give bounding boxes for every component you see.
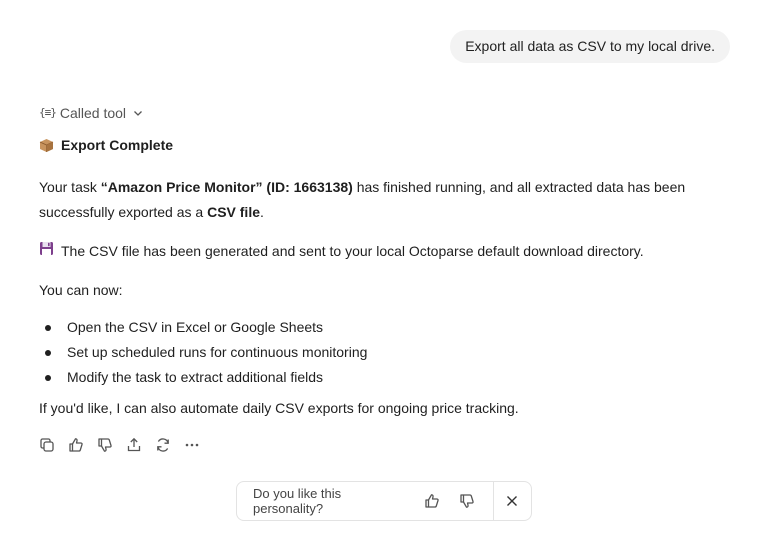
user-message-bubble: Export all data as CSV to my local drive… [450,30,730,63]
summary-paragraph: Your task “Amazon Price Monitor” (ID: 16… [39,175,739,225]
called-tool-label: Called tool [59,105,127,121]
response-heading: Export Complete [39,135,739,155]
assistant-response: {≡} Called tool Export Complete Your tas… [39,102,739,453]
message-actions [39,437,739,453]
list-item: Modify the task to extract additional fi… [45,365,739,390]
thumbs-down-icon[interactable] [97,437,113,453]
feedback-thumbs-up-icon[interactable] [414,482,449,520]
tool-icon: {≡} [39,106,57,119]
feedback-question: Do you like this personality? [253,486,342,516]
more-icon[interactable] [184,437,200,453]
copy-icon[interactable] [39,437,55,453]
chevron-down-icon [133,103,143,123]
heading-text: Export Complete [61,137,174,153]
list-item: Open the CSV in Excel or Google Sheets [45,315,739,340]
close-icon[interactable] [494,482,531,520]
task-name: “Amazon Price Monitor” (ID: 1663138) [100,179,353,195]
feedback-thumbs-down-icon[interactable] [449,482,484,520]
download-text: The CSV file has been generated and sent… [61,243,644,259]
list-item: Set up scheduled runs for continuous mon… [45,340,739,365]
thumbs-up-icon[interactable] [68,437,84,453]
summary-text-3: . [260,204,264,220]
called-tool-toggle[interactable]: {≡} Called tool [39,102,739,124]
file-type: CSV file [207,204,260,220]
package-icon [39,138,54,152]
summary-text-1: Your task [39,179,101,195]
next-steps-intro: You can now: [39,282,123,298]
closing-paragraph: If you'd like, I can also automate daily… [39,400,519,416]
floppy-disk-icon [39,241,54,261]
personality-feedback-bar: Do you like this personality? [236,481,532,521]
download-paragraph: The CSV file has been generated and sent… [39,241,739,261]
regenerate-icon[interactable] [155,437,171,453]
share-icon[interactable] [126,437,142,453]
next-steps-list: Open the CSV in Excel or Google Sheets S… [39,315,739,390]
